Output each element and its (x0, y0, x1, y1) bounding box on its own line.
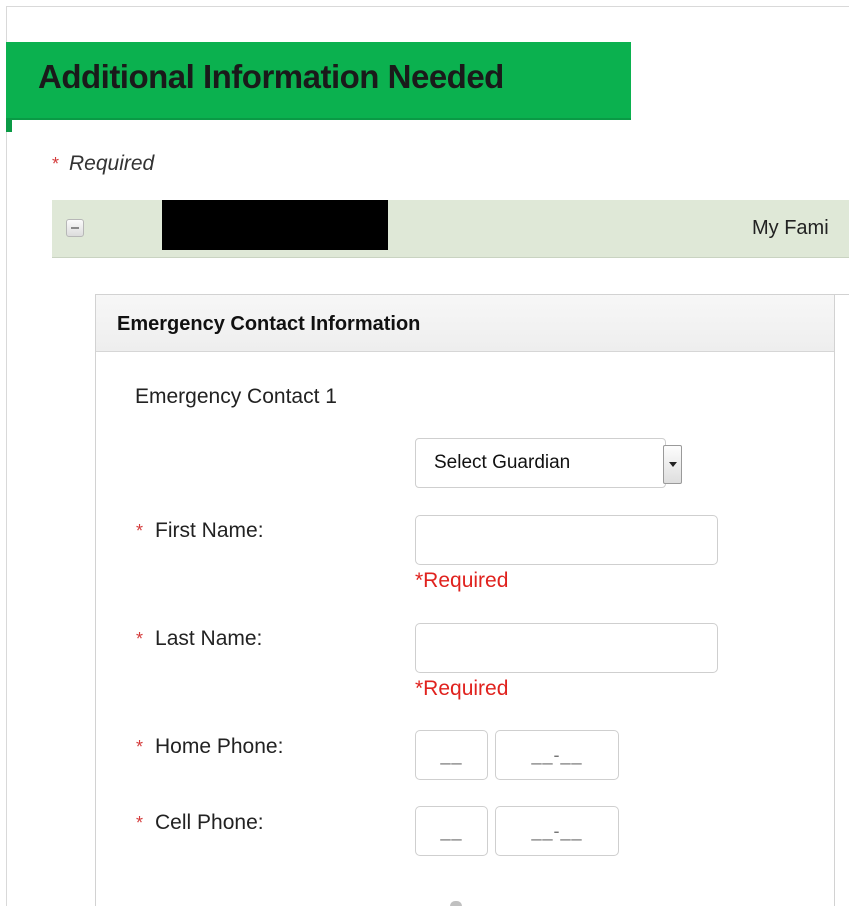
last-name-input[interactable] (415, 623, 718, 673)
redacted-name (162, 200, 388, 250)
panel-right-border (834, 295, 835, 906)
panel-title: Emergency Contact Information (117, 313, 421, 335)
minus-square-icon[interactable] (66, 219, 84, 237)
chevron-down-icon[interactable] (663, 445, 682, 484)
cell-phone-number-input[interactable] (495, 806, 619, 856)
cell-phone-label-text: Cell Phone: (155, 811, 264, 834)
home-phone-label: * Home Phone: (136, 735, 283, 759)
required-star: * (136, 629, 144, 649)
first-name-input[interactable] (415, 515, 718, 565)
required-star: * (136, 521, 144, 541)
contact-heading: Emergency Contact 1 (135, 385, 337, 408)
partial-control-edge (450, 901, 462, 906)
required-star: * (136, 737, 144, 757)
guardian-select-value[interactable]: Select Guardian (434, 452, 570, 474)
cell-phone-area-input[interactable] (415, 806, 488, 856)
last-name-label-text: Last Name: (155, 627, 263, 650)
home-phone-area-input[interactable] (415, 730, 488, 780)
last-name-error: *Required (415, 677, 509, 700)
first-name-error: *Required (415, 569, 509, 592)
home-phone-number-input[interactable] (495, 730, 619, 780)
first-name-label-text: First Name: (155, 519, 264, 542)
first-name-label: * First Name: (136, 519, 264, 543)
family-bar-label: My Fami (752, 217, 829, 239)
required-star: * (52, 154, 60, 174)
required-note-text: Required (69, 152, 155, 175)
home-phone-label-text: Home Phone: (155, 735, 284, 758)
required-star: * (136, 813, 144, 833)
last-name-label: * Last Name: (136, 627, 262, 651)
page-top-border (6, 6, 849, 7)
required-note: * Required (52, 152, 154, 176)
page-title: Additional Information Needed (38, 58, 504, 95)
header-banner-shadow (6, 118, 12, 132)
cell-phone-label: * Cell Phone: (136, 811, 264, 835)
page-left-border (6, 6, 7, 906)
